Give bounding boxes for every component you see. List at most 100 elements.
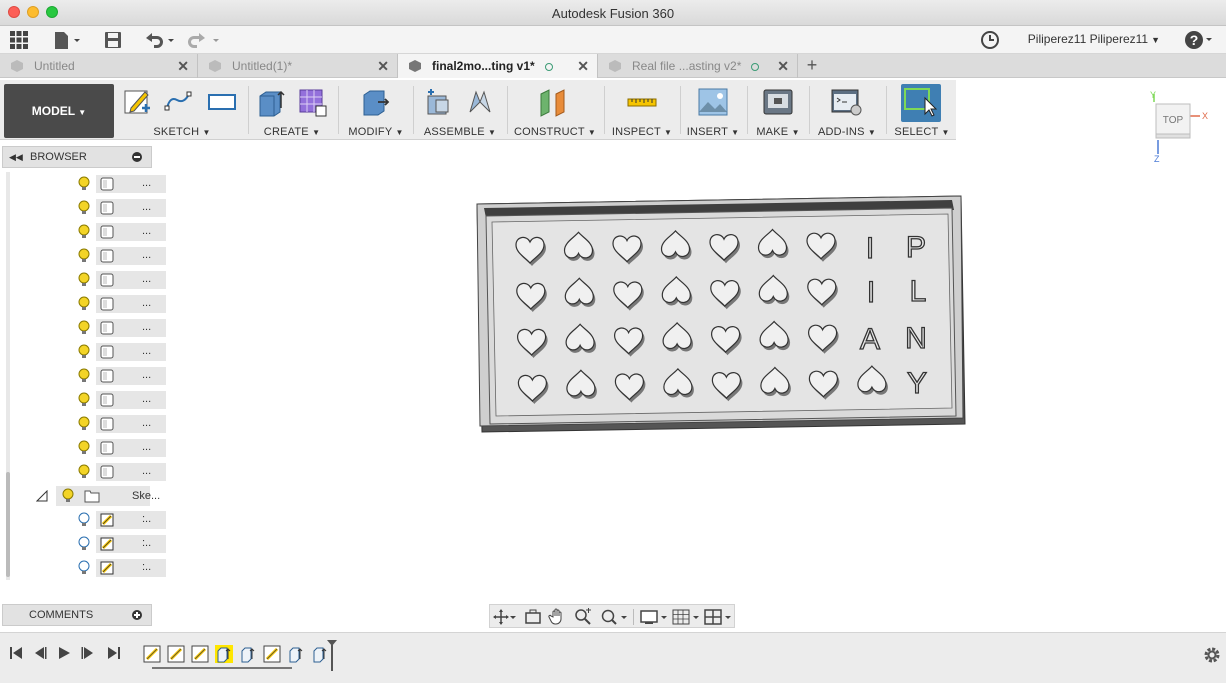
make-menu-label[interactable]: MAKE ▼ <box>752 126 804 138</box>
model-letter[interactable]: I <box>866 275 876 309</box>
visibility-bulb-off-icon[interactable] <box>76 536 92 552</box>
body-row[interactable]: ... <box>76 317 166 339</box>
visibility-bulb-icon[interactable] <box>76 392 92 408</box>
undo-icon[interactable] <box>143 31 177 49</box>
timeline-marker[interactable] <box>326 639 338 671</box>
body-row[interactable]: ... <box>76 437 166 459</box>
go-to-start-icon[interactable] <box>8 645 24 661</box>
model-letter[interactable]: P <box>905 230 926 264</box>
model-letter[interactable]: L <box>909 274 927 308</box>
inspect-menu-label[interactable]: INSPECT ▼ <box>610 126 674 138</box>
tab-untitled-1[interactable]: Untitled(1)* ✕ <box>198 54 398 78</box>
visibility-bulb-icon[interactable] <box>76 200 92 216</box>
body-row[interactable]: ... <box>76 269 166 291</box>
save-icon[interactable] <box>104 31 122 49</box>
body-row[interactable]: ... <box>76 245 166 267</box>
gear-icon[interactable] <box>1202 645 1222 665</box>
new-component-icon[interactable] <box>422 86 454 118</box>
expand-triangle-icon[interactable] <box>36 490 48 502</box>
user-account-menu[interactable]: Piliperez11 Piliperez11 ▼ <box>1028 32 1160 46</box>
press-pull-icon[interactable] <box>360 86 392 118</box>
add-comment-icon[interactable] <box>132 610 142 620</box>
visibility-bulb-icon[interactable] <box>76 176 92 192</box>
body-row[interactable]: ... <box>76 221 166 243</box>
workspace-switcher-button[interactable]: MODEL ▼ <box>4 84 114 138</box>
step-back-icon[interactable] <box>32 645 48 661</box>
insert-menu-label[interactable]: INSERT ▼ <box>684 126 742 138</box>
add-ins-menu-label[interactable]: ADD-INS ▼ <box>814 126 880 138</box>
timeline-sketch-feature[interactable] <box>191 645 209 663</box>
create-sketch-icon[interactable] <box>122 86 154 118</box>
visibility-bulb-off-icon[interactable] <box>76 512 92 528</box>
visibility-bulb-icon[interactable] <box>76 296 92 312</box>
sketch-menu-label[interactable]: SKETCH ▼ <box>118 126 246 138</box>
body-row[interactable]: ... <box>76 341 166 363</box>
play-icon[interactable] <box>56 645 72 661</box>
offset-plane-icon[interactable] <box>538 86 570 118</box>
sketch-row[interactable]: :.. <box>76 557 166 579</box>
modify-menu-label[interactable]: MODIFY ▼ <box>344 126 408 138</box>
visibility-bulb-icon[interactable] <box>76 440 92 456</box>
data-panel-grid-icon[interactable] <box>9 30 29 50</box>
body-row[interactable]: ... <box>76 365 166 387</box>
close-tab-icon[interactable]: ✕ <box>577 54 589 78</box>
display-settings-icon[interactable] <box>640 608 668 626</box>
rectangle-tool-icon[interactable] <box>206 86 238 118</box>
line-tool-icon[interactable] <box>162 86 194 118</box>
browser-panel-header[interactable]: ◀◀ BROWSER <box>2 146 152 168</box>
model-letter[interactable]: A <box>859 322 880 356</box>
model-letter[interactable]: Y <box>906 366 927 400</box>
tab-final2mo-ting-v1[interactable]: final2mo...ting v1* ✕ <box>398 54 598 78</box>
model-letter[interactable]: N <box>905 321 928 355</box>
look-at-icon[interactable] <box>524 608 542 626</box>
collapse-all-icon[interactable] <box>132 152 142 162</box>
job-status-clock-icon[interactable] <box>980 30 1000 50</box>
browser-scrollbar[interactable] <box>6 172 10 580</box>
visibility-bulb-off-icon[interactable] <box>76 560 92 576</box>
sketches-folder[interactable]: Ske... <box>36 485 160 507</box>
chevron-down-icon[interactable] <box>508 608 518 626</box>
viewports-icon[interactable] <box>704 608 732 626</box>
visibility-bulb-icon[interactable] <box>76 320 92 336</box>
visibility-bulb-icon[interactable] <box>76 248 92 264</box>
close-tab-icon[interactable]: ✕ <box>177 54 189 78</box>
body-row[interactable]: ... <box>76 461 166 483</box>
grid-snaps-icon[interactable] <box>672 608 700 626</box>
sketch-row[interactable]: :.. <box>76 509 166 531</box>
redo-icon[interactable] <box>188 31 222 49</box>
model-letter[interactable]: I <box>865 231 875 265</box>
tab-real-file-asting-v2[interactable]: Real file ...asting v2* ✕ <box>598 54 798 78</box>
visibility-bulb-icon[interactable] <box>76 344 92 360</box>
visibility-bulb-icon[interactable] <box>76 224 92 240</box>
joint-icon[interactable] <box>464 86 496 118</box>
timeline-sketch-feature[interactable] <box>263 645 281 663</box>
body-row[interactable]: ... <box>76 389 166 411</box>
body-row[interactable]: ... <box>76 197 166 219</box>
select-menu-label[interactable]: SELECT ▼ <box>892 126 952 138</box>
model-viewport[interactable]: I PI LA NY <box>470 190 970 445</box>
timeline-sketch-feature[interactable] <box>167 645 185 663</box>
measure-icon[interactable] <box>626 86 658 118</box>
form-icon[interactable] <box>296 86 328 118</box>
tab-untitled[interactable]: Untitled ✕ <box>0 54 198 78</box>
visibility-bulb-icon[interactable] <box>76 368 92 384</box>
assemble-menu-label[interactable]: ASSEMBLE ▼ <box>418 126 502 138</box>
timeline-extrude-feature[interactable] <box>287 645 305 663</box>
visibility-bulb-icon[interactable] <box>76 272 92 288</box>
zoom-window-icon[interactable] <box>600 608 628 626</box>
timeline-extrude-feature[interactable] <box>239 645 257 663</box>
file-menu-icon[interactable] <box>52 30 82 50</box>
help-icon[interactable]: ? <box>1184 30 1214 50</box>
timeline-extrude-feature[interactable] <box>215 645 233 663</box>
insert-image-icon[interactable] <box>697 86 729 118</box>
close-tab-icon[interactable]: ✕ <box>377 54 389 78</box>
visibility-bulb-icon[interactable] <box>60 488 76 504</box>
zoom-icon[interactable] <box>574 608 592 626</box>
scroll-thumb[interactable] <box>6 472 10 577</box>
body-row[interactable]: ... <box>76 293 166 315</box>
step-forward-icon[interactable] <box>80 645 96 661</box>
body-row[interactable]: ... <box>76 413 166 435</box>
close-tab-icon[interactable]: ✕ <box>777 54 789 78</box>
new-tab-button[interactable]: + <box>803 54 821 78</box>
create-menu-label[interactable]: CREATE ▼ <box>252 126 332 138</box>
